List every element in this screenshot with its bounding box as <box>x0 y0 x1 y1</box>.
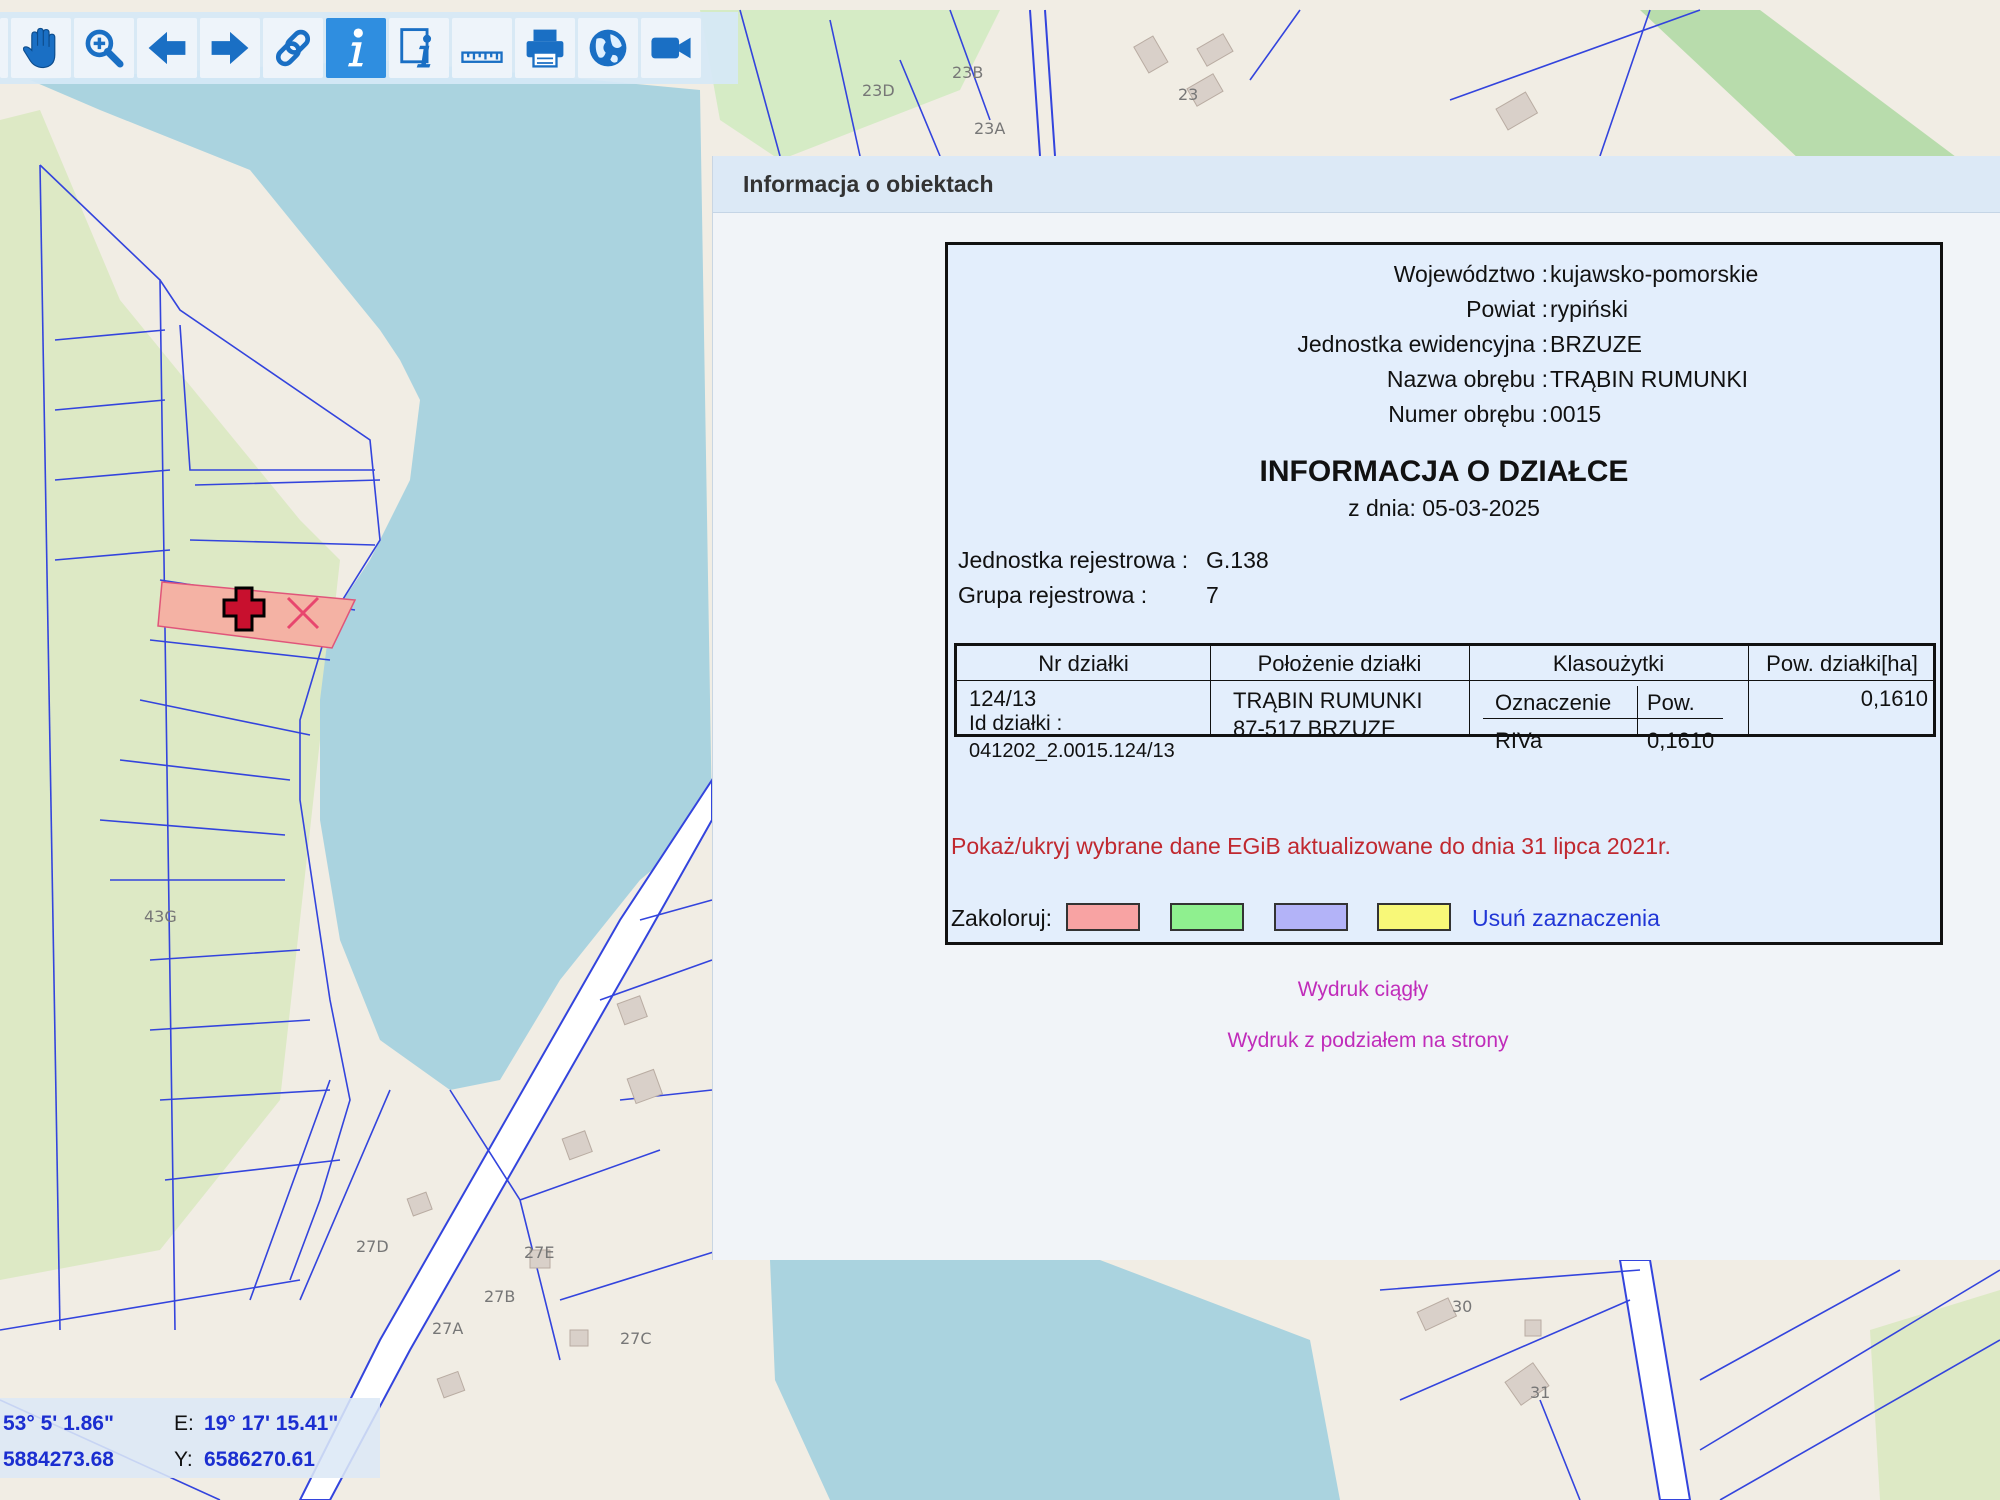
video-button[interactable] <box>641 18 701 78</box>
parcel-info-heading: INFORMACJA O DZIAŁCE <box>1259 455 1629 488</box>
info-doc-button[interactable] <box>389 18 449 78</box>
table-header-land-class: Klasoużytki <box>1552 651 1665 676</box>
zoom-icon <box>85 29 124 68</box>
class-mark: RIVa <box>1495 728 1543 753</box>
arrow-right-icon <box>211 31 249 65</box>
admin-value-unit: BRZUZE <box>1550 331 1642 357</box>
egib-toggle-link[interactable]: Pokaż/ukryj wybrane dane EGiB aktualizow… <box>951 833 1671 860</box>
video-camera-icon <box>651 37 691 59</box>
forward-button[interactable] <box>200 18 260 78</box>
admin-label-county: Powiat : <box>1466 296 1548 322</box>
info-doc-icon <box>400 28 432 68</box>
color-swatch-yellow[interactable] <box>1377 903 1451 931</box>
map-label: 31 <box>1530 1383 1550 1402</box>
coordinates-readout: 53° 5' 1.86" E: 19° 17' 15.41" 5884273.6… <box>0 1398 380 1478</box>
globe-icon <box>589 29 627 67</box>
class-header-mark: Oznaczenie <box>1495 690 1612 715</box>
parcel-info-date: z dnia: 05-03-2025 <box>1348 495 1540 521</box>
e-label: E: <box>174 1412 194 1435</box>
registry-group-value: 7 <box>1206 582 1219 608</box>
map-label: 27A <box>432 1319 463 1338</box>
class-divider <box>1637 686 1638 736</box>
registry-group-label: Grupa rejestrowa : <box>958 582 1148 608</box>
ruler-icon <box>461 51 503 63</box>
map-label: 30 <box>1452 1297 1472 1316</box>
print-pages-label[interactable]: Wydruk z podziałem na strony <box>1227 1029 1508 1052</box>
map-label: 43G <box>144 907 177 926</box>
arrow-left-icon <box>148 31 186 65</box>
map-toolbar <box>0 12 738 84</box>
latitude-value: 53° 5' 1.86" <box>3 1412 114 1435</box>
x-value: 5884273.68 <box>3 1448 114 1471</box>
admin-label-precinct-number: Numer obrębu : <box>1388 401 1548 427</box>
parcel-info-box: Województwo : kujawsko-pomorskie Powiat … <box>945 242 1943 945</box>
color-swatch-red[interactable] <box>1066 903 1140 931</box>
table-header-area: Pow. działki[ha] <box>1766 651 1918 676</box>
admin-value-voivodeship: kujawsko-pomorskie <box>1550 261 1759 287</box>
map-label: 27B <box>484 1287 515 1306</box>
admin-label-voivodeship: Województwo : <box>1393 261 1548 287</box>
object-info-panel: Informacja o obiektach Województwo : kuj… <box>712 156 2000 1260</box>
class-divider <box>1483 718 1723 719</box>
class-header-area: Pow. <box>1647 690 1695 715</box>
link-icon <box>275 29 311 67</box>
map-label: 23 <box>1178 85 1198 104</box>
y-label: Y: <box>174 1448 193 1471</box>
y-value: 6586270.61 <box>204 1448 315 1471</box>
panel-title: Informacja o obiektach <box>713 156 2000 213</box>
back-button[interactable] <box>137 18 197 78</box>
admin-label-precinct-name: Nazwa obrębu : <box>1386 366 1548 392</box>
print-button[interactable] <box>515 18 575 78</box>
admin-value-precinct-number: 0015 <box>1550 401 1602 427</box>
link-button[interactable] <box>263 18 323 78</box>
parcel-id-label: Id działki : <box>969 712 1063 735</box>
pan-hand-icon <box>22 27 56 69</box>
table-header-parcel-no: Nr działki <box>1038 651 1129 676</box>
admin-value-precinct-name: TRĄBIN RUMUNKI <box>1550 366 1749 392</box>
clear-selection-link[interactable]: Usuń zaznaczenia <box>1472 905 1660 932</box>
toolbar-edge <box>0 18 8 78</box>
print-continuous-link[interactable]: Wydruk ciągły <box>713 978 2000 1002</box>
parcel-number: 124/13 <box>969 686 1037 711</box>
registry-unit-label: Jednostka rejestrowa : <box>958 547 1189 573</box>
parcel-table: Nr działki Położenie działki Klasoużytki… <box>954 643 1936 762</box>
longitude-value: 19° 17' 15.41" <box>204 1412 339 1435</box>
color-swatch-blue[interactable] <box>1274 903 1348 931</box>
registry-unit-value: G.138 <box>1206 547 1269 573</box>
printer-icon <box>526 29 564 68</box>
globe-button[interactable] <box>578 18 638 78</box>
parcel-id: 041202_2.0015.124/13 <box>969 740 1175 762</box>
parcel-location-line2: 87-517 BRZUZE <box>1233 716 1396 741</box>
colorize-label: Zakoloruj: <box>951 905 1052 931</box>
print-continuous-label[interactable]: Wydruk ciągły <box>1298 978 1429 1001</box>
map-label: 27C <box>620 1329 652 1348</box>
print-pages-link[interactable]: Wydruk z podziałem na strony <box>718 1029 2000 1053</box>
map-label: 27E <box>524 1243 554 1262</box>
info-button[interactable] <box>326 18 386 78</box>
map-label: 23A <box>974 119 1005 138</box>
table-divider <box>957 680 1933 681</box>
info-icon <box>347 28 363 67</box>
admin-value-county: rypiński <box>1550 296 1628 322</box>
measure-button[interactable] <box>452 18 512 78</box>
admin-label-unit: Jednostka ewidencyjna : <box>1297 331 1548 357</box>
map-label: 27D <box>356 1237 389 1256</box>
parcel-area: 0,1610 <box>1860 686 1928 711</box>
table-header-location: Położenie działki <box>1257 651 1422 676</box>
map-label: 23B <box>952 63 983 82</box>
zoom-button[interactable] <box>74 18 134 78</box>
color-swatch-green[interactable] <box>1170 903 1244 931</box>
map-label: 23D <box>862 81 895 100</box>
parcel-location-line1: TRĄBIN RUMUNKI <box>1233 688 1423 713</box>
class-area: 0,1610 <box>1647 728 1715 753</box>
pan-button[interactable] <box>11 18 71 78</box>
